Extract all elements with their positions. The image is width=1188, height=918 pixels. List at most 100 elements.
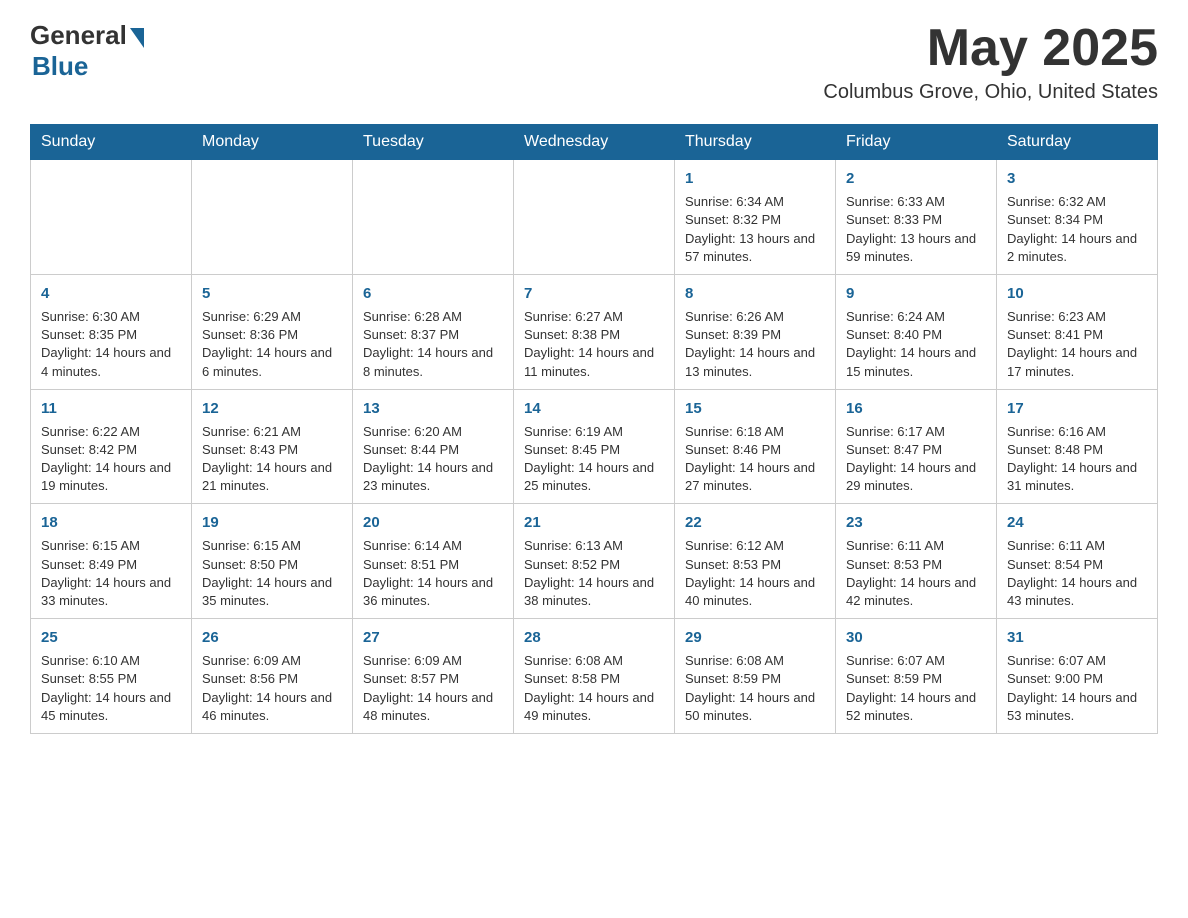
day-number: 29 xyxy=(685,627,825,648)
day-number: 21 xyxy=(524,512,664,533)
calendar-day-cell xyxy=(353,160,514,275)
day-number: 18 xyxy=(41,512,181,533)
logo: General Blue xyxy=(30,20,144,82)
day-info: Sunrise: 6:20 AMSunset: 8:44 PMDaylight:… xyxy=(363,423,503,496)
day-number: 3 xyxy=(1007,168,1147,189)
calendar-day-cell: 4 Sunrise: 6:30 AMSunset: 8:35 PMDaylight… xyxy=(31,274,192,389)
day-number: 8 xyxy=(685,283,825,304)
calendar-week-row: 18 Sunrise: 6:15 AMSunset: 8:49 PMDayligh… xyxy=(31,504,1158,619)
calendar-day-cell: 25 Sunrise: 6:10 AMSunset: 8:55 PMDayligh… xyxy=(31,619,192,734)
calendar-header-row: SundayMondayTuesdayWednesdayThursdayFrid… xyxy=(31,125,1158,160)
day-info: Sunrise: 6:21 AMSunset: 8:43 PMDaylight:… xyxy=(202,423,342,496)
calendar-week-row: 25 Sunrise: 6:10 AMSunset: 8:55 PMDayligh… xyxy=(31,619,1158,734)
day-number: 17 xyxy=(1007,398,1147,419)
day-info: Sunrise: 6:30 AMSunset: 8:35 PMDaylight:… xyxy=(41,308,181,381)
calendar-day-cell: 8 Sunrise: 6:26 AMSunset: 8:39 PMDaylight… xyxy=(675,274,836,389)
day-number: 16 xyxy=(846,398,986,419)
day-number: 15 xyxy=(685,398,825,419)
day-info: Sunrise: 6:08 AMSunset: 8:59 PMDaylight:… xyxy=(685,652,825,725)
day-info: Sunrise: 6:12 AMSunset: 8:53 PMDaylight:… xyxy=(685,537,825,610)
calendar-day-cell: 6Sunrise: 6:28 AMSunset: 8:37 PMDaylight… xyxy=(353,274,514,389)
calendar-day-header: Tuesday xyxy=(353,125,514,160)
day-info: Sunrise: 6:10 AMSunset: 8:55 PMDaylight:… xyxy=(41,652,181,725)
calendar-day-cell xyxy=(31,160,192,275)
day-info: Sunrise: 6:14 AMSunset: 8:51 PMDaylight:… xyxy=(363,537,503,610)
calendar-day-cell: 7 Sunrise: 6:27 AMSunset: 8:38 PMDaylight… xyxy=(514,274,675,389)
day-info: Sunrise: 6:16 AMSunset: 8:48 PMDaylight:… xyxy=(1007,423,1147,496)
day-info: Sunrise: 6:19 AMSunset: 8:45 PMDaylight:… xyxy=(524,423,664,496)
day-info: Sunrise: 6:07 AMSunset: 9:00 PMDaylight:… xyxy=(1007,652,1147,725)
calendar-day-cell: 23Sunrise: 6:11 AMSunset: 8:53 PMDayligh… xyxy=(836,504,997,619)
calendar-day-cell: 5 Sunrise: 6:29 AMSunset: 8:36 PMDaylight… xyxy=(192,274,353,389)
calendar-day-header: Wednesday xyxy=(514,125,675,160)
calendar-day-cell: 17 Sunrise: 6:16 AMSunset: 8:48 PMDayligh… xyxy=(997,389,1158,504)
calendar-day-cell: 1Sunrise: 6:34 AMSunset: 8:32 PMDaylight… xyxy=(675,160,836,275)
day-number: 26 xyxy=(202,627,342,648)
calendar-day-cell: 9Sunrise: 6:24 AMSunset: 8:40 PMDaylight… xyxy=(836,274,997,389)
calendar-day-cell: 20Sunrise: 6:14 AMSunset: 8:51 PMDayligh… xyxy=(353,504,514,619)
calendar-day-cell: 3 Sunrise: 6:32 AMSunset: 8:34 PMDaylight… xyxy=(997,160,1158,275)
day-number: 7 xyxy=(524,283,664,304)
page-header: General Blue May 2025 Columbus Grove, Oh… xyxy=(30,20,1158,104)
calendar-day-header: Saturday xyxy=(997,125,1158,160)
month-title: May 2025 xyxy=(823,20,1158,77)
day-number: 24 xyxy=(1007,512,1147,533)
calendar-day-cell: 2 Sunrise: 6:33 AMSunset: 8:33 PMDaylight… xyxy=(836,160,997,275)
calendar-day-cell xyxy=(192,160,353,275)
day-number: 10 xyxy=(1007,283,1147,304)
day-info: Sunrise: 6:28 AMSunset: 8:37 PMDaylight:… xyxy=(363,308,503,381)
calendar-day-cell: 18 Sunrise: 6:15 AMSunset: 8:49 PMDayligh… xyxy=(31,504,192,619)
calendar-day-cell: 24 Sunrise: 6:11 AMSunset: 8:54 PMDayligh… xyxy=(997,504,1158,619)
day-number: 5 xyxy=(202,283,342,304)
calendar-day-cell: 12 Sunrise: 6:21 AMSunset: 8:43 PMDayligh… xyxy=(192,389,353,504)
day-number: 27 xyxy=(363,627,503,648)
day-info: Sunrise: 6:13 AMSunset: 8:52 PMDaylight:… xyxy=(524,537,664,610)
day-number: 12 xyxy=(202,398,342,419)
day-info: Sunrise: 6:18 AMSunset: 8:46 PMDaylight:… xyxy=(685,423,825,496)
calendar-day-cell: 13 Sunrise: 6:20 AMSunset: 8:44 PMDayligh… xyxy=(353,389,514,504)
day-number: 22 xyxy=(685,512,825,533)
calendar-day-cell: 31Sunrise: 6:07 AMSunset: 9:00 PMDayligh… xyxy=(997,619,1158,734)
logo-blue-text: Blue xyxy=(32,51,88,82)
day-info: Sunrise: 6:26 AMSunset: 8:39 PMDaylight:… xyxy=(685,308,825,381)
day-number: 30 xyxy=(846,627,986,648)
header-right: May 2025 Columbus Grove, Ohio, United St… xyxy=(823,20,1158,104)
day-info: Sunrise: 6:15 AMSunset: 8:49 PMDaylight:… xyxy=(41,537,181,610)
day-info: Sunrise: 6:15 AMSunset: 8:50 PMDaylight:… xyxy=(202,537,342,610)
calendar-table: SundayMondayTuesdayWednesdayThursdayFrid… xyxy=(30,124,1158,734)
day-info: Sunrise: 6:29 AMSunset: 8:36 PMDaylight:… xyxy=(202,308,342,381)
day-number: 14 xyxy=(524,398,664,419)
logo-arrow-icon xyxy=(130,28,144,48)
calendar-day-cell: 16Sunrise: 6:17 AMSunset: 8:47 PMDayligh… xyxy=(836,389,997,504)
calendar-day-cell: 15 Sunrise: 6:18 AMSunset: 8:46 PMDayligh… xyxy=(675,389,836,504)
day-number: 19 xyxy=(202,512,342,533)
day-number: 23 xyxy=(846,512,986,533)
calendar-day-cell: 27 Sunrise: 6:09 AMSunset: 8:57 PMDayligh… xyxy=(353,619,514,734)
day-number: 4 xyxy=(41,283,181,304)
day-info: Sunrise: 6:11 AMSunset: 8:54 PMDaylight:… xyxy=(1007,537,1147,610)
calendar-day-cell: 10 Sunrise: 6:23 AMSunset: 8:41 PMDayligh… xyxy=(997,274,1158,389)
calendar-day-header: Monday xyxy=(192,125,353,160)
location-text: Columbus Grove, Ohio, United States xyxy=(823,81,1158,104)
day-number: 25 xyxy=(41,627,181,648)
day-info: Sunrise: 6:33 AMSunset: 8:33 PMDaylight:… xyxy=(846,193,986,266)
calendar-day-cell: 14 Sunrise: 6:19 AMSunset: 8:45 PMDayligh… xyxy=(514,389,675,504)
day-info: Sunrise: 6:22 AMSunset: 8:42 PMDaylight:… xyxy=(41,423,181,496)
calendar-day-cell: 22 Sunrise: 6:12 AMSunset: 8:53 PMDayligh… xyxy=(675,504,836,619)
day-info: Sunrise: 6:27 AMSunset: 8:38 PMDaylight:… xyxy=(524,308,664,381)
day-info: Sunrise: 6:23 AMSunset: 8:41 PMDaylight:… xyxy=(1007,308,1147,381)
day-info: Sunrise: 6:09 AMSunset: 8:56 PMDaylight:… xyxy=(202,652,342,725)
calendar-day-cell: 29 Sunrise: 6:08 AMSunset: 8:59 PMDayligh… xyxy=(675,619,836,734)
day-number: 2 xyxy=(846,168,986,189)
calendar-day-cell: 28Sunrise: 6:08 AMSunset: 8:58 PMDayligh… xyxy=(514,619,675,734)
calendar-day-cell: 26 Sunrise: 6:09 AMSunset: 8:56 PMDayligh… xyxy=(192,619,353,734)
day-info: Sunrise: 6:24 AMSunset: 8:40 PMDaylight:… xyxy=(846,308,986,381)
calendar-day-cell xyxy=(514,160,675,275)
calendar-week-row: 11Sunrise: 6:22 AMSunset: 8:42 PMDayligh… xyxy=(31,389,1158,504)
day-info: Sunrise: 6:34 AMSunset: 8:32 PMDaylight:… xyxy=(685,193,825,266)
day-info: Sunrise: 6:08 AMSunset: 8:58 PMDaylight:… xyxy=(524,652,664,725)
calendar-day-header: Sunday xyxy=(31,125,192,160)
day-number: 13 xyxy=(363,398,503,419)
day-info: Sunrise: 6:32 AMSunset: 8:34 PMDaylight:… xyxy=(1007,193,1147,266)
day-info: Sunrise: 6:09 AMSunset: 8:57 PMDaylight:… xyxy=(363,652,503,725)
